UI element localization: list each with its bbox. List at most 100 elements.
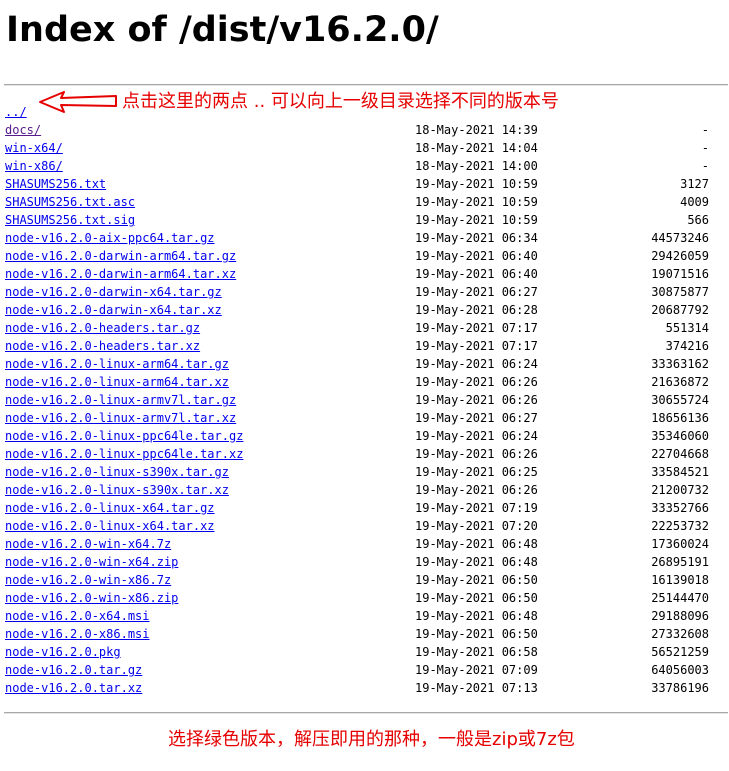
file-date: 18-May-2021 14:04	[415, 141, 538, 155]
file-size: 35346060	[651, 429, 709, 443]
file-size: 33584521	[651, 465, 709, 479]
table-row: node-v16.2.0-win-x86.zip 19-May-2021 06:…	[5, 589, 715, 607]
file-date: 19-May-2021 06:24	[415, 357, 538, 371]
file-link[interactable]: SHASUMS256.txt	[5, 175, 106, 193]
table-row: node-v16.2.0-win-x86.7z 19-May-2021 06:5…	[5, 571, 715, 589]
file-link[interactable]: node-v16.2.0-darwin-x64.tar.xz	[5, 301, 222, 319]
file-size: 29426059	[651, 249, 709, 263]
file-link[interactable]: node-v16.2.0-linux-arm64.tar.xz	[5, 373, 229, 391]
file-link[interactable]: node-v16.2.0-linux-x64.tar.gz	[5, 499, 215, 517]
table-row: node-v16.2.0-linux-armv7l.tar.gz 19-May-…	[5, 391, 715, 409]
file-date: 19-May-2021 07:13	[415, 681, 538, 695]
green-version-annotation: 选择绿色版本，解压即用的那种，一般是zip或7z包	[168, 729, 575, 750]
parent-directory-link[interactable]: ../	[5, 103, 27, 121]
table-row: SHASUMS256.txt.sig 19-May-2021 10:59 566	[5, 211, 715, 229]
file-size: 16139018	[651, 573, 709, 587]
file-date: 19-May-2021 06:58	[415, 645, 538, 659]
file-link[interactable]: node-v16.2.0-darwin-x64.tar.gz	[5, 283, 222, 301]
table-row: node-v16.2.0.tar.gz 19-May-2021 07:09 64…	[5, 661, 715, 679]
file-link[interactable]: node-v16.2.0-linux-ppc64le.tar.gz	[5, 427, 243, 445]
file-link[interactable]: docs/	[5, 121, 41, 139]
file-date: 19-May-2021 06:40	[415, 249, 538, 263]
file-link[interactable]: node-v16.2.0-win-x64.zip	[5, 553, 178, 571]
file-size: -	[701, 159, 709, 173]
file-link[interactable]: node-v16.2.0-linux-s390x.tar.xz	[5, 481, 229, 499]
file-date: 19-May-2021 10:59	[415, 195, 538, 209]
table-row: win-x86/ 18-May-2021 14:00 -	[5, 157, 715, 175]
file-date: 18-May-2021 14:00	[415, 159, 538, 173]
file-size: 25144470	[651, 591, 709, 605]
file-size: 551314	[665, 321, 709, 335]
table-row: node-v16.2.0-linux-x64.tar.xz 19-May-202…	[5, 517, 715, 535]
file-size: 22704668	[651, 447, 709, 461]
file-date: 19-May-2021 06:26	[415, 483, 538, 497]
file-link[interactable]: node-v16.2.0.pkg	[5, 643, 121, 661]
file-size: 33352766	[651, 501, 709, 515]
file-listing: ../ docs/ 18-May-2021 14:39 - win-x64/ 1…	[5, 103, 715, 697]
file-size: 374216	[665, 339, 709, 353]
file-link[interactable]: node-v16.2.0-aix-ppc64.tar.gz	[5, 229, 215, 247]
file-size: 21636872	[651, 375, 709, 389]
file-link[interactable]: node-v16.2.0-x64.msi	[5, 607, 150, 625]
file-link[interactable]: node-v16.2.0-headers.tar.gz	[5, 319, 200, 337]
file-size: 27332608	[651, 627, 709, 641]
file-date: 19-May-2021 06:48	[415, 609, 538, 623]
file-size: 26895191	[651, 555, 709, 569]
table-row: node-v16.2.0-linux-ppc64le.tar.xz 19-May…	[5, 445, 715, 463]
table-row: node-v16.2.0.tar.xz 19-May-2021 07:13 33…	[5, 679, 715, 697]
file-date: 19-May-2021 06:40	[415, 267, 538, 281]
file-link[interactable]: node-v16.2.0-linux-arm64.tar.gz	[5, 355, 229, 373]
file-link[interactable]: node-v16.2.0-linux-ppc64le.tar.xz	[5, 445, 243, 463]
table-row: SHASUMS256.txt.asc 19-May-2021 10:59 400…	[5, 193, 715, 211]
table-row: SHASUMS256.txt 19-May-2021 10:59 3127	[5, 175, 715, 193]
file-size: 4009	[680, 195, 709, 209]
file-link[interactable]: node-v16.2.0.tar.gz	[5, 661, 142, 679]
file-link[interactable]: node-v16.2.0-darwin-arm64.tar.xz	[5, 265, 236, 283]
file-size: 22253732	[651, 519, 709, 533]
file-link[interactable]: node-v16.2.0-win-x86.zip	[5, 589, 178, 607]
file-size: -	[701, 141, 709, 155]
file-size: 19071516	[651, 267, 709, 281]
file-link[interactable]: node-v16.2.0-win-x64.7z	[5, 535, 171, 553]
file-link[interactable]: node-v16.2.0-linux-armv7l.tar.xz	[5, 409, 236, 427]
file-link[interactable]: win-x86/	[5, 157, 63, 175]
file-link[interactable]: win-x64/	[5, 139, 63, 157]
file-size: 44573246	[651, 231, 709, 245]
file-link[interactable]: SHASUMS256.txt.asc	[5, 193, 135, 211]
file-date: 19-May-2021 06:50	[415, 591, 538, 605]
table-row: node-v16.2.0-darwin-x64.tar.gz 19-May-20…	[5, 283, 715, 301]
file-link[interactable]: node-v16.2.0.tar.xz	[5, 679, 142, 697]
file-link[interactable]: SHASUMS256.txt.sig	[5, 211, 135, 229]
table-row: node-v16.2.0-linux-x64.tar.gz 19-May-202…	[5, 499, 715, 517]
table-row: node-v16.2.0-darwin-arm64.tar.xz 19-May-…	[5, 265, 715, 283]
file-link[interactable]: node-v16.2.0-linux-armv7l.tar.gz	[5, 391, 236, 409]
file-link[interactable]: node-v16.2.0-linux-x64.tar.xz	[5, 517, 215, 535]
file-size: 30875877	[651, 285, 709, 299]
file-size: 29188096	[651, 609, 709, 623]
table-row: node-v16.2.0-win-x64.7z 19-May-2021 06:4…	[5, 535, 715, 553]
list-item: ../	[5, 103, 715, 121]
top-divider	[4, 84, 728, 86]
table-row: node-v16.2.0-aix-ppc64.tar.gz 19-May-202…	[5, 229, 715, 247]
file-date: 19-May-2021 06:26	[415, 375, 538, 389]
file-link[interactable]: node-v16.2.0-linux-s390x.tar.gz	[5, 463, 229, 481]
file-date: 19-May-2021 06:34	[415, 231, 538, 245]
table-row: node-v16.2.0-darwin-arm64.tar.gz 19-May-…	[5, 247, 715, 265]
file-size: -	[701, 123, 709, 137]
file-size: 56521259	[651, 645, 709, 659]
file-date: 19-May-2021 10:59	[415, 177, 538, 191]
file-size: 33786196	[651, 681, 709, 695]
file-size: 30655724	[651, 393, 709, 407]
table-row: node-v16.2.0-x64.msi 19-May-2021 06:48 2…	[5, 607, 715, 625]
file-size: 20687792	[651, 303, 709, 317]
table-row: win-x64/ 18-May-2021 14:04 -	[5, 139, 715, 157]
table-row: node-v16.2.0-linux-armv7l.tar.xz 19-May-…	[5, 409, 715, 427]
file-size: 17360024	[651, 537, 709, 551]
file-date: 19-May-2021 06:28	[415, 303, 538, 317]
file-date: 19-May-2021 06:48	[415, 537, 538, 551]
file-link[interactable]: node-v16.2.0-headers.tar.xz	[5, 337, 200, 355]
file-date: 19-May-2021 07:17	[415, 321, 538, 335]
file-link[interactable]: node-v16.2.0-x86.msi	[5, 625, 150, 643]
file-link[interactable]: node-v16.2.0-win-x86.7z	[5, 571, 171, 589]
file-link[interactable]: node-v16.2.0-darwin-arm64.tar.gz	[5, 247, 236, 265]
